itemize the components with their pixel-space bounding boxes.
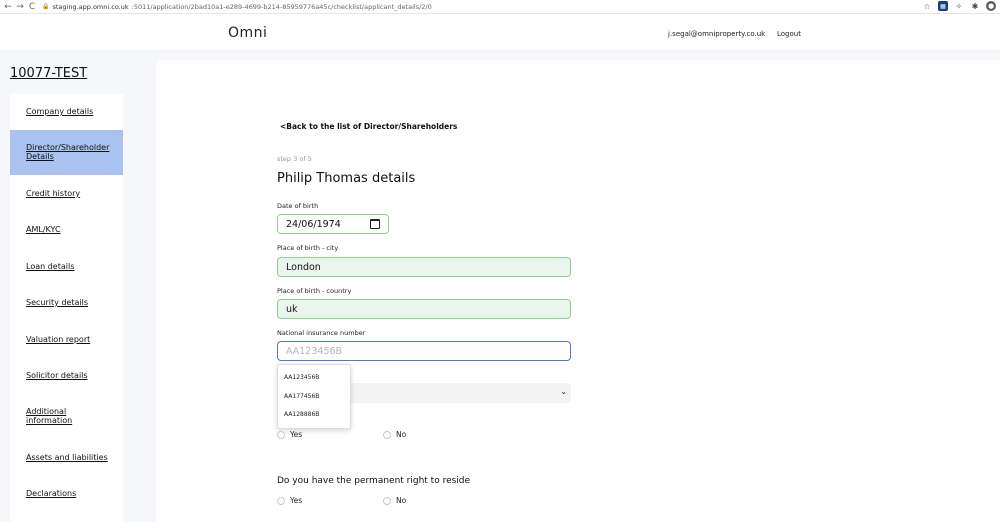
calendar-icon[interactable] (370, 219, 380, 229)
extension-area: ☆ ▦ ✧ ✱ ● (922, 1, 996, 11)
profile-avatar-icon[interactable]: ● (986, 1, 996, 11)
radio-circle[interactable] (277, 496, 285, 505)
page-title: Philip Thomas details (277, 171, 416, 186)
country-input[interactable]: uk (277, 299, 571, 319)
autocomplete-option[interactable]: AA177456B (284, 393, 319, 400)
sidebar-item-aml-kyc[interactable]: AML/KYC (10, 225, 123, 234)
radio-no-label: No (396, 496, 407, 505)
sidebar-nav: Company details Director/Shareholder Det… (10, 94, 123, 522)
sidebar-item-director-shareholder[interactable]: Director/Shareholder Details (10, 130, 123, 175)
ni-autocomplete-dropdown: AA123456B AA177456B AA128886B (277, 364, 351, 429)
radio-circle[interactable] (277, 430, 285, 439)
radio-no-2[interactable]: No (383, 496, 406, 505)
sidebar-item-loan-details[interactable]: Loan details (10, 262, 123, 271)
extension-leaf-icon[interactable]: ✧ (954, 1, 964, 11)
radio-group-1: Yes No (277, 430, 406, 439)
sidebar-item-company-details[interactable]: Company details (10, 107, 123, 116)
city-label: Place of birth - city (277, 244, 339, 252)
sidebar-item-solicitor-details[interactable]: Solicitor details (10, 371, 123, 380)
omni-logo[interactable]: Omni (228, 25, 267, 41)
sidebar-item-valuation-report[interactable]: Valuation report (10, 335, 123, 344)
dob-value: 24/06/1974 (286, 218, 341, 230)
browser-toolbar: ← → C 🔒 staging.app.omni.co.uk:5011/appl… (0, 0, 1000, 14)
url-host: staging.app.omni.co.uk (52, 2, 129, 11)
dob-label: Date of birth (277, 202, 319, 210)
radio-yes-label: Yes (290, 430, 303, 439)
radio-group-2: Yes No (277, 496, 406, 505)
ni-placeholder: AA123456B (286, 345, 343, 357)
extension-icon[interactable]: ▦ (938, 1, 948, 11)
sidebar-item-declarations[interactable]: Declarations (10, 489, 123, 498)
dob-input[interactable]: 24/06/1974 (277, 214, 389, 234)
app-header: Omni j.segal@omniproperty.co.uk Logout (0, 15, 1000, 51)
country-label: Place of birth - country (277, 287, 352, 295)
radio-no-label: No (396, 430, 407, 439)
sidebar-item-credit-history[interactable]: Credit history (10, 189, 123, 198)
url-path: :5011/application/2bad10a1-e289-4699-b21… (131, 2, 432, 11)
radio-circle[interactable] (383, 430, 391, 439)
application-id: 10077-TEST (10, 66, 88, 81)
radio-yes-1[interactable]: Yes (277, 430, 383, 439)
city-input[interactable]: London (277, 257, 571, 277)
radio-circle[interactable] (383, 496, 391, 505)
radio-yes-2[interactable]: Yes (277, 496, 383, 505)
city-value: London (286, 261, 321, 273)
lock-icon: 🔒 (42, 3, 50, 10)
sidebar-item-security-details[interactable]: Security details (10, 298, 123, 307)
reload-icon[interactable]: C (26, 1, 38, 13)
forward-arrow-icon[interactable]: → (14, 1, 26, 13)
back-arrow-icon[interactable]: ← (2, 1, 14, 13)
logout-link[interactable]: Logout (777, 30, 801, 38)
sidebar-item-assets-liabilities[interactable]: Assets and liabilities (10, 453, 123, 462)
sidebar-item-additional-information[interactable]: Additional information (10, 407, 90, 425)
ni-input[interactable]: AA123456B (277, 341, 571, 361)
country-value: uk (286, 303, 298, 315)
step-indicator: step 3 of 5 (277, 155, 312, 163)
user-email: j.segal@omniproperty.co.uk (668, 30, 766, 38)
bookmark-star-icon[interactable]: ☆ (922, 1, 932, 11)
back-to-list-link[interactable]: <Back to the list of Director/Shareholde… (280, 122, 457, 131)
autocomplete-option[interactable]: AA123456B (284, 374, 319, 381)
puzzle-icon[interactable]: ✱ (970, 1, 980, 11)
chevron-down-icon: ⌄ (560, 387, 567, 396)
autocomplete-option[interactable]: AA128886B (284, 411, 319, 418)
permanent-right-question: Do you have the permanent right to resid… (277, 476, 471, 486)
ni-label: National insurance number (277, 329, 366, 337)
radio-no-1[interactable]: No (383, 430, 406, 439)
address-bar[interactable]: 🔒 staging.app.omni.co.uk:5011/applicatio… (42, 3, 432, 11)
radio-yes-label: Yes (290, 496, 303, 505)
